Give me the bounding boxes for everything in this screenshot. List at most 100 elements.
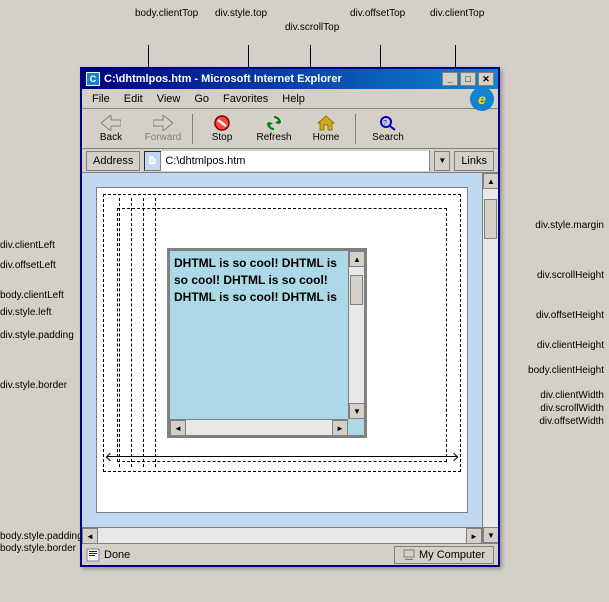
label-div-scroll-top: div.scrollTop xyxy=(285,22,339,33)
svg-text:?: ? xyxy=(383,120,387,127)
page-white-area: DHTML is so cool! DHTML is so cool! DHTM… xyxy=(96,187,468,513)
forward-label: Forward xyxy=(145,132,182,143)
toolbar-separator-1 xyxy=(192,114,193,144)
forward-icon xyxy=(153,115,173,131)
main-scrollbar-h[interactable]: ◄ ► xyxy=(82,527,482,543)
stop-label: Stop xyxy=(212,132,233,143)
home-button[interactable]: Home xyxy=(301,111,351,147)
menu-go[interactable]: Go xyxy=(188,91,215,107)
label-div-client-width: div.clientWidth xyxy=(540,390,604,401)
status-zone: My Computer xyxy=(394,546,494,564)
stop-button[interactable]: Stop xyxy=(197,111,247,147)
main-scroll-thumb-v[interactable] xyxy=(484,199,497,239)
inner-scroll-track-v xyxy=(349,267,364,403)
address-label: Address xyxy=(86,151,140,171)
menu-file[interactable]: File xyxy=(86,91,116,107)
inner-div-scrollbar-v[interactable]: ▲ ▼ xyxy=(348,251,364,419)
connector-div-style-top xyxy=(248,45,249,67)
title-buttons: _ □ ✕ xyxy=(442,72,494,86)
search-button[interactable]: ? Search xyxy=(360,111,416,147)
content-area: DHTML is so cool! DHTML is so cool! DHTM… xyxy=(82,173,498,543)
inner-scroll-track-h xyxy=(186,420,332,435)
forward-button[interactable]: Forward xyxy=(138,111,188,147)
address-dropdown[interactable]: ▼ xyxy=(434,151,450,171)
inner-scroll-thumb-v[interactable] xyxy=(350,275,363,305)
toolbar: Back Forward Stop Refresh xyxy=(82,109,498,149)
status-zone-text: My Computer xyxy=(419,549,485,561)
inner-div: DHTML is so cool! DHTML is so cool! DHTM… xyxy=(167,248,367,438)
refresh-icon xyxy=(265,115,283,131)
refresh-button[interactable]: Refresh xyxy=(249,111,299,147)
v-line-left-3 xyxy=(143,198,144,467)
address-input[interactable]: C:\dhtmlpos.htm xyxy=(161,151,429,171)
body-client-width-line xyxy=(107,456,457,457)
browser-icon: C xyxy=(86,72,100,86)
label-div-client-height: div.clientHeight xyxy=(537,340,604,351)
title-bar-left: C C:\dhtmlpos.htm - Microsoft Internet E… xyxy=(86,72,342,86)
back-icon xyxy=(101,115,121,131)
back-label: Back xyxy=(100,132,122,143)
status-bar: Done My Computer xyxy=(82,543,498,565)
back-button[interactable]: Back xyxy=(86,111,136,147)
div-content-text: DHTML is so cool! DHTML is so cool! DHTM… xyxy=(170,251,348,309)
title-bar: C C:\dhtmlpos.htm - Microsoft Internet E… xyxy=(82,69,498,89)
window-title: C:\dhtmlpos.htm - Microsoft Internet Exp… xyxy=(104,73,342,85)
menu-help[interactable]: Help xyxy=(276,91,311,107)
address-bar: Address 📄 C:\dhtmlpos.htm ▼ Links xyxy=(82,149,498,173)
page-background: DHTML is so cool! DHTML is so cool! DHTM… xyxy=(82,173,482,527)
label-body-style-padding: body.style.padding xyxy=(0,531,83,542)
connector-div-offset-top xyxy=(380,45,381,67)
refresh-label: Refresh xyxy=(256,132,291,143)
inner-scroll-right[interactable]: ► xyxy=(332,420,348,436)
label-div-scroll-width: div.scrollWidth xyxy=(540,403,604,414)
label-div-offset-top: div.offsetTop xyxy=(350,8,405,19)
search-label: Search xyxy=(372,132,404,143)
browser-window: C C:\dhtmlpos.htm - Microsoft Internet E… xyxy=(80,67,500,567)
label-div-offset-height: div.offsetHeight xyxy=(536,310,604,321)
menu-view[interactable]: View xyxy=(151,91,187,107)
main-scroll-left[interactable]: ◄ xyxy=(82,528,98,543)
connector-body-client-top xyxy=(148,45,149,67)
maximize-button[interactable]: □ xyxy=(460,72,476,86)
label-div-style-padding: div.style.padding xyxy=(0,330,74,341)
main-scroll-right[interactable]: ► xyxy=(466,528,482,543)
label-div-style-left: div.style.left xyxy=(0,307,52,318)
menu-edit[interactable]: Edit xyxy=(118,91,149,107)
main-scroll-down[interactable]: ▼ xyxy=(483,527,498,543)
minimize-button[interactable]: _ xyxy=(442,72,458,86)
main-scroll-track-v xyxy=(483,189,498,527)
label-body-style-border: body.style.border xyxy=(0,543,76,554)
label-div-client-top2: div.clientTop xyxy=(430,8,484,19)
label-body-client-top: body.clientTop xyxy=(135,8,198,19)
label-div-style-margin: div.style.margin xyxy=(535,220,604,231)
ie-logo: e xyxy=(470,87,494,111)
address-page-icon: 📄 xyxy=(145,152,161,170)
close-button[interactable]: ✕ xyxy=(478,72,494,86)
connector-div-client-top2 xyxy=(455,45,456,67)
menu-favorites[interactable]: Favorites xyxy=(217,91,274,107)
label-div-client-left: div.clientLeft xyxy=(0,240,55,251)
inner-scroll-up[interactable]: ▲ xyxy=(349,251,365,267)
status-page-icon xyxy=(86,548,100,562)
menu-bar: File Edit View Go Favorites Help e xyxy=(82,89,498,109)
stop-icon xyxy=(213,115,231,131)
v-line-left-4 xyxy=(155,198,156,467)
main-scroll-track-h xyxy=(98,528,466,543)
main-scroll-up[interactable]: ▲ xyxy=(483,173,498,189)
v-line-left-1 xyxy=(119,198,120,467)
links-button[interactable]: Links xyxy=(454,151,494,171)
label-div-style-top: div.style.top xyxy=(215,8,267,19)
label-body-client-left: body.clientLeft xyxy=(0,290,64,301)
label-div-offset-left: div.offsetLeft xyxy=(0,260,56,271)
label-div-offset-width: div.offsetWidth xyxy=(539,416,604,427)
inner-scroll-left[interactable]: ◄ xyxy=(170,420,186,436)
connector-div-scroll-top xyxy=(310,45,311,67)
label-body-client-height: body.clientHeight xyxy=(528,365,604,376)
main-scrollbar-v[interactable]: ▲ ▼ xyxy=(482,173,498,543)
search-icon: ? xyxy=(379,115,397,131)
home-label: Home xyxy=(313,132,340,143)
home-icon xyxy=(317,115,335,131)
inner-scroll-down[interactable]: ▼ xyxy=(349,403,365,419)
toolbar-separator-2 xyxy=(355,114,356,144)
inner-div-scrollbar-h[interactable]: ◄ ► xyxy=(170,419,348,435)
